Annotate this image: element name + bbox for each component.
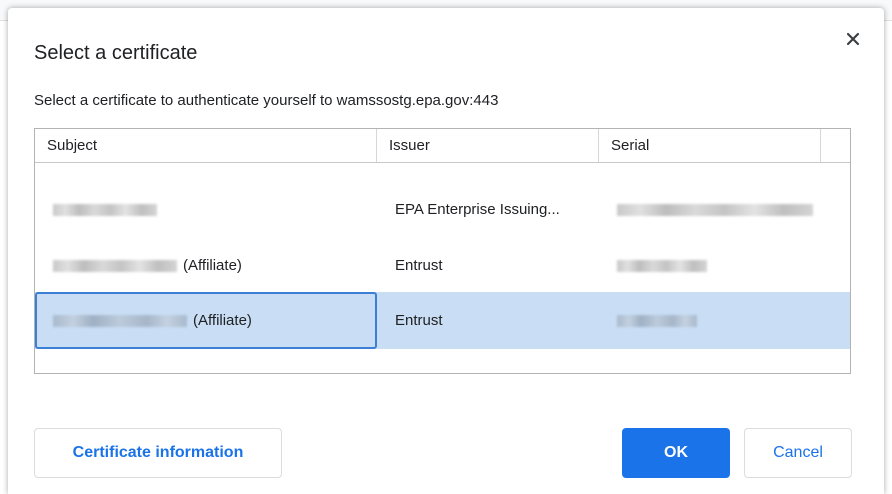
cancel-button[interactable]: Cancel <box>744 428 852 478</box>
dialog-subtitle: Select a certificate to authenticate you… <box>34 92 499 109</box>
serial-cell <box>599 181 850 238</box>
subject-cell: (Affiliate) <box>35 237 377 294</box>
select-certificate-dialog: Select a certificate Select a certificat… <box>8 8 884 494</box>
certificate-table: Subject Issuer Serial EPA Enterprise Iss… <box>34 128 851 374</box>
issuer-cell: Entrust <box>395 257 443 274</box>
redacted-subject <box>53 204 157 217</box>
ok-button[interactable]: OK <box>622 428 730 478</box>
redacted-subject <box>53 315 187 328</box>
column-header-issuer[interactable]: Issuer <box>377 129 599 162</box>
issuer-cell: EPA Enterprise Issuing... <box>395 201 560 218</box>
dialog-title: Select a certificate <box>34 42 198 64</box>
column-header-subject[interactable]: Subject <box>35 129 377 162</box>
table-row[interactable]: (Affiliate) Entrust <box>35 237 850 294</box>
issuer-cell: Entrust <box>395 312 443 329</box>
certificate-information-button[interactable]: Certificate information <box>34 428 282 478</box>
column-header-serial[interactable]: Serial <box>599 129 821 162</box>
serial-cell <box>599 292 850 349</box>
subject-cell <box>35 181 377 238</box>
subject-suffix: (Affiliate) <box>193 312 252 329</box>
redacted-serial <box>617 315 697 328</box>
close-button[interactable] <box>840 26 866 52</box>
table-row[interactable]: EPA Enterprise Issuing... <box>35 181 850 238</box>
close-icon <box>846 32 860 46</box>
serial-cell <box>599 237 850 294</box>
redacted-serial <box>617 204 813 217</box>
redacted-serial <box>617 260 707 273</box>
table-header: Subject Issuer Serial <box>35 129 850 163</box>
table-row-selected[interactable]: (Affiliate) Entrust <box>35 292 850 349</box>
subject-cell: (Affiliate) <box>35 292 377 349</box>
subject-suffix: (Affiliate) <box>183 257 242 274</box>
redacted-subject <box>53 260 177 273</box>
